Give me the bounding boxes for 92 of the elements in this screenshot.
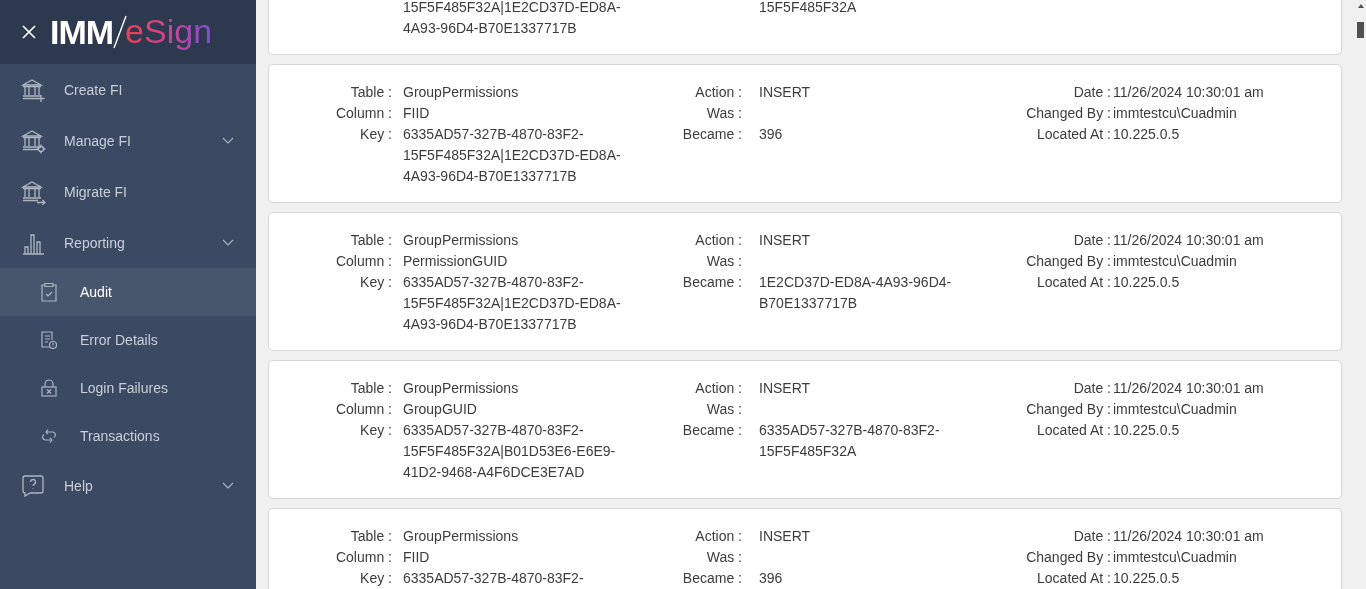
nav-item[interactable]: Help <box>0 460 256 511</box>
scroll-up-icon[interactable] <box>1358 4 1364 8</box>
field-value: 1E2CD37D-ED8A-4A93-96D4-B70E1337717B <box>759 273 953 313</box>
field-label: Located At : <box>1036 125 1111 144</box>
field-label: Became : <box>681 125 742 144</box>
logo-text: IMM <box>50 15 114 49</box>
field-label: Changed By : <box>1025 252 1111 271</box>
field-value: GroupPermissions <box>403 83 520 102</box>
field-value: INSERT <box>759 379 812 398</box>
field-label: Became : <box>681 569 742 588</box>
nav-subitem[interactable]: Transactions <box>0 412 256 460</box>
field-label: Became : <box>681 421 742 440</box>
field-label: Date : <box>1072 527 1111 546</box>
document-alert-icon <box>40 330 58 350</box>
chevron-down-icon <box>222 482 234 489</box>
field-label: Action : <box>694 379 742 398</box>
nav-subitem[interactable]: Audit <box>0 268 256 316</box>
field-value: 10.225.0.5 <box>1113 125 1181 144</box>
field-label: Key : <box>359 273 392 292</box>
scrollbar-thumb[interactable] <box>1357 22 1364 38</box>
field-label: Key : <box>359 421 392 440</box>
field-label: Located At : <box>1036 273 1111 292</box>
field-label: Key : <box>359 569 392 588</box>
field-label: Key : <box>359 125 392 144</box>
field-label: Column : <box>334 104 392 123</box>
field-label: Table : <box>349 527 392 546</box>
slash-icon <box>113 15 128 49</box>
field-label: Action : <box>694 231 742 250</box>
field-label: Table : <box>349 231 392 250</box>
clipboard-check-icon <box>40 282 58 302</box>
field-value: immtestcu\Cuadmin <box>1113 400 1238 419</box>
field-value: 11/26/2024 10:30:01 am <box>1113 527 1264 546</box>
field-label: Table : <box>349 379 392 398</box>
field-value: 10.225.0.5 <box>1113 569 1181 588</box>
field-value: PermissionGUID <box>403 252 509 271</box>
field-label: Was : <box>705 400 742 419</box>
field-label: Date : <box>1072 379 1111 398</box>
field-value: FIID <box>403 104 431 123</box>
nav-item[interactable]: Manage FI <box>0 115 256 166</box>
nav-subitem[interactable]: Login Failures <box>0 364 256 412</box>
field-label: Was : <box>705 252 742 271</box>
field-value: GroupGUID <box>403 400 478 419</box>
chevron-down-icon <box>222 239 234 246</box>
field-value: 396 <box>759 569 784 588</box>
field-value: INSERT <box>759 83 812 102</box>
sync-icon <box>40 426 58 446</box>
field-value: 10.225.0.5 <box>1113 273 1181 292</box>
field-value: GroupPermissions <box>403 379 520 398</box>
field-value: INSERT <box>759 231 812 250</box>
lock-x-icon <box>40 378 58 398</box>
field-value: 11/26/2024 10:30:01 am <box>1113 231 1264 250</box>
field-label: Date : <box>1072 83 1111 102</box>
field-value: INSERT <box>759 527 812 546</box>
field-value: 6335AD57-327B-4870-83F2-15F5F485F32A|1E2CD37D-ED8A-4A93-96D4-B70E1337717B <box>403 125 622 186</box>
field-value: 6335AD57-327B-4870-83F2- <box>403 569 585 588</box>
field-value: 6335AD57-327B-4870-83F2-15F5F485F32A|1E2CD37D-ED8A-4A93-96D4-B70E1337717B <box>403 273 622 334</box>
nav-item[interactable]: Create FI <box>0 64 256 115</box>
nav-item[interactable]: Migrate FI <box>0 166 256 217</box>
nav-item[interactable]: Reporting <box>0 217 256 268</box>
field-label: Column : <box>334 252 392 271</box>
field-value: 6335AD57-327B-4870-83F2-15F5F485F32A|B01D53E6-E6E9-41D2-9468-A4F6DCE3E7AD <box>403 421 617 482</box>
field-label: Changed By : <box>1025 400 1111 419</box>
field-label: Changed By : <box>1025 548 1111 567</box>
field-value: 15F5F485F32A <box>759 0 858 17</box>
field-label: Action : <box>694 527 742 546</box>
field-label: Column : <box>334 548 392 567</box>
field-value: 6335AD57-327B-4870-83F2-15F5F485F32A <box>759 421 941 461</box>
field-value: immtestcu\Cuadmin <box>1113 104 1238 123</box>
field-label: Action : <box>694 83 742 102</box>
field-label: Became : <box>681 273 742 292</box>
help-bubble-icon <box>20 472 46 499</box>
nav-subitem[interactable]: Error Details <box>0 316 256 364</box>
field-label: Table : <box>349 83 392 102</box>
field-label: Located At : <box>1036 569 1111 588</box>
field-value: immtestcu\Cuadmin <box>1113 548 1238 567</box>
field-value: 15F5F485F32A|1E2CD37D-ED8A-4A93-96D4-B70E1337717B <box>403 0 622 38</box>
field-value: 10.225.0.5 <box>1113 421 1181 440</box>
field-value: 396 <box>759 125 784 144</box>
field-label: Was : <box>705 548 742 567</box>
field-value: GroupPermissions <box>403 527 520 546</box>
field-value: 11/26/2024 10:30:01 am <box>1113 83 1264 102</box>
field-label: Located At : <box>1036 421 1111 440</box>
field-value: GroupPermissions <box>403 231 520 250</box>
field-value: FIID <box>403 548 431 567</box>
field-value: immtestcu\Cuadmin <box>1113 252 1238 271</box>
field-label: Date : <box>1072 231 1111 250</box>
chevron-down-icon <box>222 137 234 144</box>
close-icon <box>21 24 37 40</box>
field-label: Changed By : <box>1025 104 1111 123</box>
field-value: 11/26/2024 10:30:01 am <box>1113 379 1264 398</box>
field-label: Was : <box>705 104 742 123</box>
field-label: Column : <box>334 400 392 419</box>
